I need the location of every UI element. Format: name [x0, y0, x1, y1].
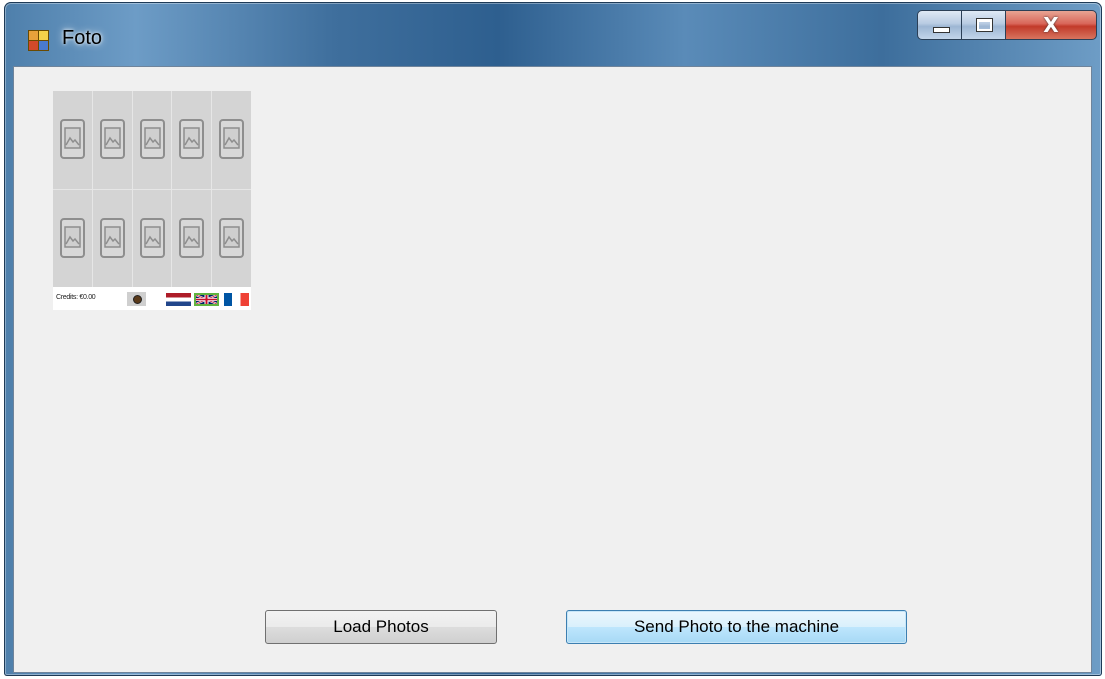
credits-label: Credits: €0.00 — [56, 294, 96, 301]
photo-slot[interactable] — [53, 189, 92, 287]
image-placeholder-icon — [179, 119, 205, 159]
load-photos-button[interactable]: Load Photos — [265, 610, 497, 644]
photo-status-bar: Credits: €0.00 — [53, 289, 251, 310]
photo-preview-panel: Credits: €0.00 — [53, 91, 251, 310]
image-placeholder-icon — [219, 119, 245, 159]
flag-uk-icon[interactable] — [194, 293, 219, 306]
app-window: Foto X Credits: €0.00 Load Photos Send P… — [4, 2, 1102, 676]
photo-grid — [53, 91, 251, 287]
photo-slot[interactable] — [92, 189, 132, 287]
window-title: Foto — [62, 27, 103, 49]
image-placeholder-icon — [99, 217, 125, 258]
photo-slot[interactable] — [212, 91, 251, 189]
flag-fr-icon[interactable] — [224, 293, 249, 306]
photo-slot[interactable] — [172, 91, 212, 189]
photo-slot[interactable] — [53, 91, 92, 189]
photo-slot[interactable] — [92, 91, 132, 189]
image-placeholder-icon — [99, 119, 125, 159]
coin-icon — [133, 295, 142, 304]
image-placeholder-icon — [179, 217, 205, 258]
title-bar[interactable]: Foto X — [4, 2, 1102, 60]
photo-slot[interactable] — [172, 189, 212, 287]
image-placeholder-icon — [60, 217, 85, 258]
flag-nl-icon[interactable] — [166, 293, 191, 306]
maximize-icon — [976, 18, 993, 32]
coin-button[interactable] — [127, 292, 146, 306]
app-icon — [28, 30, 49, 51]
close-icon: X — [1043, 13, 1059, 37]
maximize-button[interactable] — [961, 10, 1006, 40]
minimize-icon — [933, 27, 950, 33]
minimize-button[interactable] — [917, 10, 962, 40]
photo-slot[interactable] — [132, 189, 172, 287]
photo-slot[interactable] — [212, 189, 251, 287]
close-button[interactable]: X — [1005, 10, 1097, 40]
client-area: Credits: €0.00 Load Photos Send Photo to… — [13, 66, 1092, 673]
image-placeholder-icon — [60, 119, 85, 159]
send-photo-button[interactable]: Send Photo to the machine — [566, 610, 907, 644]
image-placeholder-icon — [139, 119, 165, 159]
image-placeholder-icon — [219, 217, 245, 258]
photo-slot[interactable] — [132, 91, 172, 189]
image-placeholder-icon — [139, 217, 165, 258]
